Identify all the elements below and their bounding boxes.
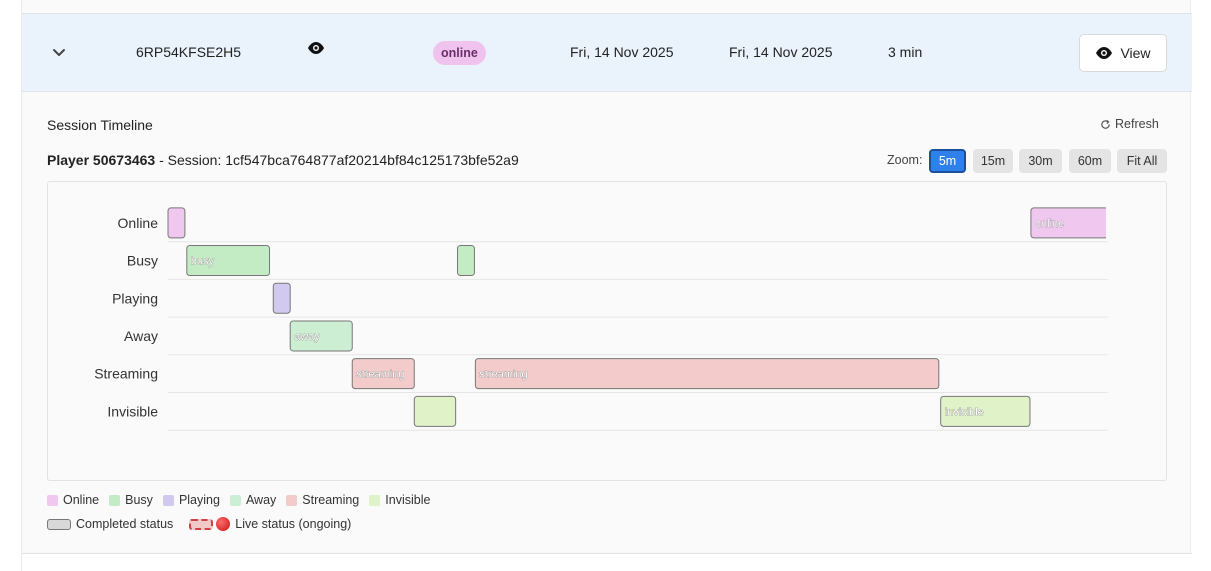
timeline-svg: Online Busy Playing Away Streaming Invisible b… xyxy=(94,206,1110,431)
view-button-label: View xyxy=(1120,45,1151,61)
legend-item-playing: Playing xyxy=(162,493,220,507)
legend-swatch xyxy=(286,494,298,506)
next-row xyxy=(22,554,1192,571)
chevron-down-icon[interactable] xyxy=(51,44,67,60)
legend-swatch xyxy=(162,494,174,506)
bar-label: busy xyxy=(191,256,215,268)
timeline-bar xyxy=(474,358,940,390)
timeline-bar xyxy=(167,207,186,239)
session-card: 6RP54KFSE2H5 online Fri, 14 Nov 2025 Fri… xyxy=(21,0,1192,571)
player-label: Player 50673463 xyxy=(47,152,156,168)
legend-label: Online xyxy=(63,493,100,507)
bar-clip xyxy=(1106,206,1110,239)
status-type-legend: Completed status Live status (ongoing) xyxy=(47,517,351,531)
row-label: Invisible xyxy=(107,403,158,419)
session-id: 6RP54KFSE2H5 xyxy=(136,44,242,60)
legend-item-busy: Busy xyxy=(109,493,153,507)
legend-swatch xyxy=(109,494,121,506)
row-label: Streaming xyxy=(94,366,158,382)
page: 6RP54KFSE2H5 online Fri, 14 Nov 2025 Fri… xyxy=(0,0,1211,571)
zoom-label: Zoom: xyxy=(887,153,923,167)
eye-icon xyxy=(308,42,324,54)
live-label: Live status (ongoing) xyxy=(235,517,352,531)
completed-swatch xyxy=(47,518,71,530)
legend-swatch xyxy=(229,494,241,506)
timeline-bar xyxy=(457,245,475,277)
legend-label: Away xyxy=(245,493,277,507)
bar-label: streaming xyxy=(479,369,527,381)
start-date: Fri, 14 Nov 2025 xyxy=(570,44,674,60)
refresh-button[interactable]: Refresh xyxy=(1100,117,1159,131)
bar-label: streaming xyxy=(356,369,404,381)
legend-item-invisible: Invisible xyxy=(369,493,430,507)
zoom-15m-button[interactable]: 15m xyxy=(973,149,1013,173)
row-label: Away xyxy=(124,328,158,344)
timeline-bar xyxy=(413,395,457,427)
legend-label: Busy xyxy=(125,493,153,507)
row-label: Playing xyxy=(112,290,158,306)
legend-label: Invisible xyxy=(385,493,431,507)
zoom-30m-button[interactable]: 30m xyxy=(1019,149,1062,173)
legend-item-streaming: Streaming xyxy=(286,493,359,507)
row-label: Online xyxy=(118,215,159,231)
live-dot-icon xyxy=(216,517,231,531)
legend-label: Playing xyxy=(178,493,220,507)
end-date: Fri, 14 Nov 2025 xyxy=(729,44,833,60)
legend-swatch xyxy=(369,494,381,506)
eye-icon xyxy=(1096,47,1113,59)
status-legend: Online Busy Playing Away Streaming Invis… xyxy=(47,493,430,507)
section-title: Session Timeline xyxy=(47,117,153,133)
zoom-fit-all-button[interactable]: Fit All xyxy=(1117,149,1167,173)
bar-label: invisible xyxy=(945,406,984,418)
legend-swatch xyxy=(47,494,58,506)
refresh-label: Refresh xyxy=(1115,117,1159,131)
status-badge: online xyxy=(433,41,486,65)
session-text: - Session: 1cf547bca764877af20214bf84c12… xyxy=(155,152,519,168)
view-button[interactable]: View xyxy=(1079,34,1167,72)
zoom-60m-button[interactable]: 60m xyxy=(1069,149,1111,173)
live-swatch xyxy=(189,518,214,530)
duration: 3 min xyxy=(888,44,923,60)
completed-label: Completed status xyxy=(76,517,174,531)
legend-label: Streaming xyxy=(302,493,360,507)
row-label: Busy xyxy=(127,253,158,269)
refresh-icon xyxy=(1101,119,1110,129)
bar-label: away xyxy=(294,331,320,343)
zoom-5m-button[interactable]: 5m xyxy=(929,149,966,173)
session-row[interactable]: 6RP54KFSE2H5 online Fri, 14 Nov 2025 Fri… xyxy=(22,14,1192,92)
timeline-chart: Online Busy Playing Away Streaming Invisible b… xyxy=(47,181,1167,481)
legend-item-online: Online xyxy=(47,493,99,507)
bar-label: online xyxy=(1035,218,1064,230)
player-session-info: Player 50673463 - Session: 1cf547bca7648… xyxy=(47,152,519,168)
timeline-bar xyxy=(272,282,291,314)
legend-item-away: Away xyxy=(229,493,277,507)
